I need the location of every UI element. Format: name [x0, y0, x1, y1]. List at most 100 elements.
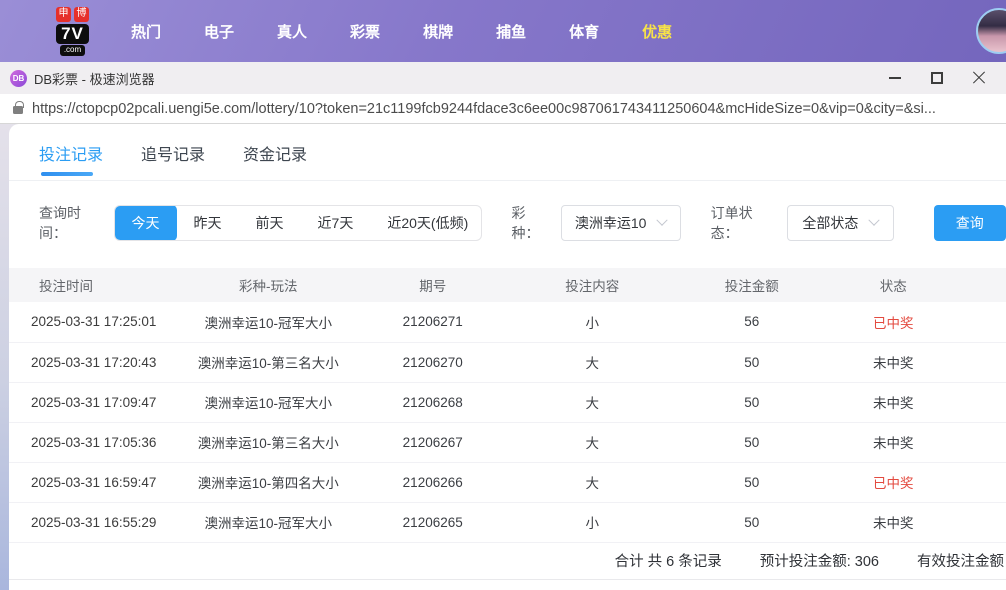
lottery-select-value: 澳洲幸运10	[574, 215, 647, 231]
column-header: 状态	[826, 268, 1006, 302]
cell-game: 澳洲幸运10-第三名大小	[178, 422, 358, 463]
order-status-label: 订单状态：	[710, 205, 753, 241]
bet-records-table: 投注时间 彩种-玩法 期号 投注内容 投注金额 状态 2025-03-31 17:25:0…	[9, 268, 1006, 543]
cell-issue: 21206267	[357, 422, 508, 463]
page-background: 投注记录 追号记录 资金记录 查询时间： 今天 昨天 前天 近7天 近20天(低频) 彩…	[0, 124, 1006, 590]
time-option-day-before[interactable]: 前天	[239, 206, 301, 240]
time-option-last-7-days[interactable]: 近7天	[301, 206, 371, 240]
cell-time: 2025-03-31 17:09:47	[9, 382, 179, 423]
promo-bar: 申 博 7V .com 热门 电子 真人 彩票 棋牌 捕鱼 体育 优惠	[0, 0, 1006, 62]
nav-item-live[interactable]: 真人	[277, 21, 307, 42]
table-row: 2025-03-31 16:55:29 澳洲幸运10-冠军大小 21206265 小 5…	[9, 502, 1006, 543]
cell-time: 2025-03-31 17:05:36	[9, 422, 179, 463]
summary-valid-amount: 有效投注金额	[917, 554, 1004, 570]
nav-item-chess[interactable]: 棋牌	[423, 21, 453, 42]
nav-item-sports[interactable]: 体育	[569, 21, 599, 42]
cell-amount: 50	[676, 422, 827, 463]
user-avatar[interactable]	[976, 8, 1006, 54]
cell-content: 小	[507, 502, 677, 543]
nav-item-electronic[interactable]: 电子	[204, 21, 234, 42]
cell-issue: 21206268	[357, 382, 508, 423]
main-nav: 热门 电子 真人 彩票 棋牌 捕鱼 体育 优惠	[131, 21, 672, 42]
url-text[interactable]: https://ctopcp02pcali.uengi5e.com/lotter…	[32, 101, 936, 117]
cell-amount: 50	[676, 382, 827, 423]
cell-time: 2025-03-31 16:55:29	[9, 502, 179, 543]
column-header: 彩种-玩法	[178, 268, 358, 302]
table-row: 2025-03-31 17:09:47 澳洲幸运10-冠军大小 21206268 大 5…	[9, 382, 1006, 423]
cell-status: 未中奖	[826, 342, 1006, 383]
lottery-select[interactable]: 澳洲幸运10	[560, 205, 681, 241]
cell-game: 澳洲幸运10-第三名大小	[178, 342, 358, 383]
tab-fund-records[interactable]: 资金记录	[243, 141, 307, 180]
column-header: 投注内容	[507, 268, 677, 302]
logo-sub-text: .com	[59, 44, 86, 56]
column-header: 投注金额	[676, 268, 827, 302]
logo-badge-1: 申	[56, 6, 71, 22]
logo-main-text: 7V	[56, 23, 89, 44]
cell-issue: 21206270	[357, 342, 508, 383]
cell-game: 澳洲幸运10-冠军大小	[178, 302, 358, 343]
browser-titlebar: DB DB彩票 - 极速浏览器	[0, 62, 1006, 94]
cell-issue: 21206266	[357, 462, 508, 503]
site-favicon: DB	[10, 69, 27, 87]
time-option-yesterday[interactable]: 昨天	[177, 206, 239, 240]
nav-item-hot[interactable]: 热门	[131, 21, 161, 42]
time-option-last-20-days[interactable]: 近20天(低频)	[370, 206, 480, 240]
summary-bar: 合计 共 6 条记录 预计投注金额: 306 有效投注金额	[9, 543, 1006, 580]
tab-bet-records[interactable]: 投注记录	[39, 141, 103, 180]
cell-content: 大	[507, 462, 677, 503]
maximize-icon	[931, 72, 943, 84]
table-body: 2025-03-31 17:25:01 澳洲幸运10-冠军大小 21206271 小 5…	[9, 302, 1006, 543]
url-bar: https://ctopcp02pcali.uengi5e.com/lotter…	[0, 94, 1006, 124]
time-option-today[interactable]: 今天	[114, 206, 177, 240]
window-controls	[874, 64, 1000, 92]
query-button[interactable]: 查询	[933, 205, 1006, 241]
site-logo[interactable]: 申 博 7V .com	[56, 6, 89, 56]
cell-amount: 50	[676, 462, 827, 503]
close-button[interactable]	[958, 64, 1000, 92]
cell-status: 未中奖	[826, 422, 1006, 463]
cell-content: 小	[507, 302, 677, 343]
table-row: 2025-03-31 17:05:36 澳洲幸运10-第三名大小 21206267 大…	[9, 422, 1006, 463]
cell-amount: 50	[676, 342, 827, 383]
minimize-button[interactable]	[874, 64, 916, 92]
cell-content: 大	[507, 382, 677, 423]
column-header: 投注时间	[9, 268, 179, 302]
nav-item-promotions[interactable]: 优惠	[642, 21, 672, 42]
table-row: 2025-03-31 17:20:43 澳洲幸运10-第三名大小 21206270 大…	[9, 342, 1006, 383]
window-title: DB彩票 - 极速浏览器	[34, 71, 155, 87]
lottery-filter-label: 彩种：	[511, 205, 540, 241]
content-card: 投注记录 追号记录 资金记录 查询时间： 今天 昨天 前天 近7天 近20天(低频) 彩…	[9, 124, 1006, 590]
cell-status: 已中奖	[826, 302, 1006, 343]
summary-expected-amount: 预计投注金额: 306	[759, 554, 879, 570]
tab-bar: 投注记录 追号记录 资金记录	[9, 124, 1006, 181]
tab-chase-records[interactable]: 追号记录	[141, 141, 205, 180]
cell-game: 澳洲幸运10-冠军大小	[178, 382, 358, 423]
cell-content: 大	[507, 422, 677, 463]
nav-item-fishing[interactable]: 捕鱼	[496, 21, 526, 42]
cell-game: 澳洲幸运10-第四名大小	[178, 462, 358, 503]
filter-bar: 查询时间： 今天 昨天 前天 近7天 近20天(低频) 彩种： 澳洲幸运10 订单状态：…	[39, 205, 1006, 241]
cell-time: 2025-03-31 17:25:01	[9, 302, 179, 343]
time-filter-label: 查询时间：	[39, 205, 81, 241]
cell-issue: 21206271	[357, 302, 508, 343]
logo-badges: 申 博	[56, 6, 89, 22]
maximize-button[interactable]	[916, 64, 958, 92]
nav-item-lottery[interactable]: 彩票	[350, 21, 380, 42]
cell-amount: 50	[676, 502, 827, 543]
lock-icon	[13, 101, 24, 114]
close-icon	[972, 71, 986, 85]
logo-badge-2: 博	[74, 6, 89, 22]
cell-content: 大	[507, 342, 677, 383]
cell-status: 已中奖	[826, 462, 1006, 503]
cell-game: 澳洲幸运10-冠军大小	[178, 502, 358, 543]
time-filter-group: 今天 昨天 前天 近7天 近20天(低频)	[113, 205, 482, 241]
chevron-down-icon	[656, 214, 669, 226]
cell-time: 2025-03-31 16:59:47	[9, 462, 179, 503]
chevron-down-icon	[868, 214, 881, 226]
column-header: 期号	[357, 268, 508, 302]
order-status-select[interactable]: 全部状态	[787, 205, 894, 241]
table-header-row: 投注时间 彩种-玩法 期号 投注内容 投注金额 状态	[9, 268, 1006, 302]
cell-status: 未中奖	[826, 382, 1006, 423]
table-header: 投注时间 彩种-玩法 期号 投注内容 投注金额 状态	[9, 268, 1006, 302]
